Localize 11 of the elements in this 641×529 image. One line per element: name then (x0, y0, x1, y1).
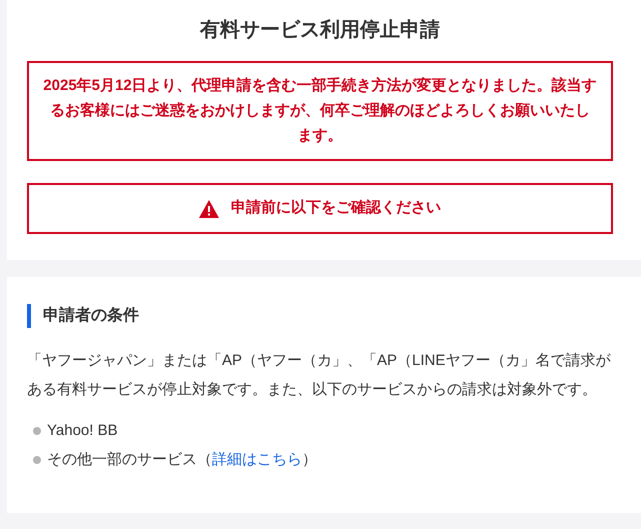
notice-message: 2025年5月12日より、代理申請を含む一部手続き方法が変更となりました。該当するお客様にはご迷惑をおかけしますが、何卒ご理解のほどよろしくお願いいたします。 (27, 61, 613, 161)
list-item-text: Yahoo! BB (47, 421, 118, 441)
bullet-icon (33, 456, 41, 464)
details-link[interactable]: 詳細はこちら (212, 451, 302, 468)
description-text: 「ヤフージャパン」または「AP（ヤフー（カ」、「AP（LINEヤフー（カ」名で請求がある有料サービスが停止対象です。また、以下のサービスからの請求は対象外です。 (27, 351, 612, 400)
bullet-icon (33, 426, 41, 434)
page-title: 有料サービス利用停止申請 (198, 18, 441, 42)
list-item-text: その他一部のサービス（詳細はこちら） (47, 450, 317, 470)
confirm-button[interactable]: 申請前に以下をご確認ください (27, 183, 613, 234)
section-heading: 申請者の条件 (27, 304, 613, 328)
warning-icon (199, 200, 219, 218)
